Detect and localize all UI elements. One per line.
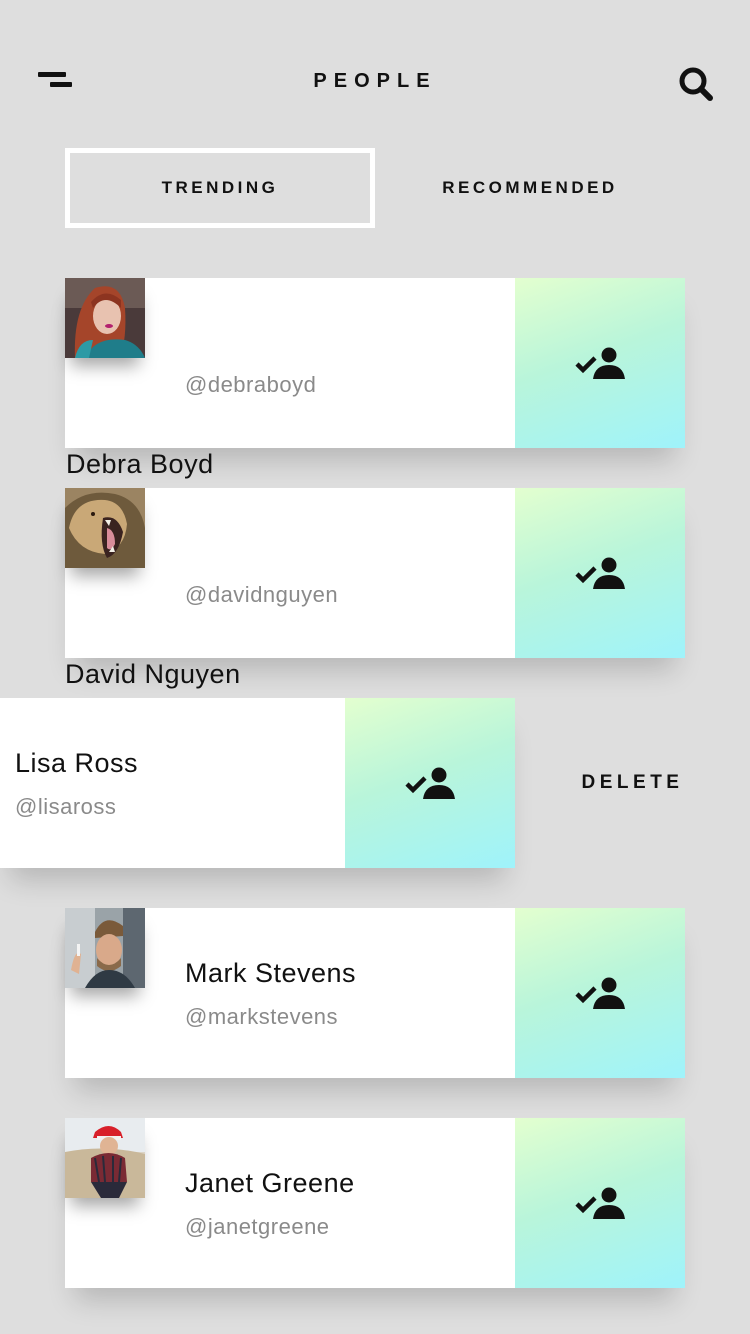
man-beanie-photo — [65, 908, 145, 988]
woman-red-hair-photo — [65, 278, 145, 358]
tab-recommended[interactable]: RECOMMENDED — [375, 148, 685, 228]
person-card-debra[interactable]: @debraboyd — [65, 278, 685, 448]
add-friend-icon — [575, 1187, 625, 1219]
lion-roaring-photo — [65, 488, 145, 568]
delete-button[interactable]: DELETE — [515, 698, 750, 868]
add-friend-icon — [575, 977, 625, 1009]
person-handle: @debraboyd — [185, 372, 317, 397]
person-name: Mark Stevens — [185, 958, 357, 988]
add-friend-button[interactable] — [345, 698, 515, 868]
person-handle: @lisaross — [15, 794, 117, 819]
person-name: David Nguyen — [65, 659, 241, 689]
woman-red-cap-photo — [65, 1118, 145, 1198]
person-handle: @janetgreene — [185, 1214, 330, 1239]
person-handle: @markstevens — [185, 1004, 339, 1029]
person-card-david[interactable]: @davidnguyen — [65, 488, 685, 658]
person-handle: @davidnguyen — [185, 582, 339, 607]
page-title: PEOPLE — [313, 70, 437, 92]
add-friend-icon — [405, 767, 455, 799]
delete-label: DELETE — [581, 772, 684, 793]
search-icon[interactable] — [678, 66, 714, 102]
tab-trending-label: TRENDING — [161, 178, 279, 197]
person-name: Janet Greene — [185, 1168, 355, 1198]
tab-trending[interactable]: TRENDING — [65, 148, 375, 228]
add-friend-icon — [575, 557, 625, 589]
add-friend-icon — [575, 347, 625, 379]
person-card-janet[interactable]: Janet Greene @janetgreene — [65, 1118, 685, 1288]
tab-recommended-label: RECOMMENDED — [442, 178, 618, 197]
person-name: Debra Boyd — [66, 449, 214, 479]
add-friend-button[interactable] — [515, 908, 685, 1078]
add-friend-button[interactable] — [515, 488, 685, 658]
person-card-lisa[interactable]: Lisa Ross @lisaross — [0, 698, 515, 868]
add-friend-button[interactable] — [515, 278, 685, 448]
person-card-mark[interactable]: Mark Stevens @markstevens — [65, 908, 685, 1078]
person-name: Lisa Ross — [15, 748, 139, 778]
add-friend-button[interactable] — [515, 1118, 685, 1288]
